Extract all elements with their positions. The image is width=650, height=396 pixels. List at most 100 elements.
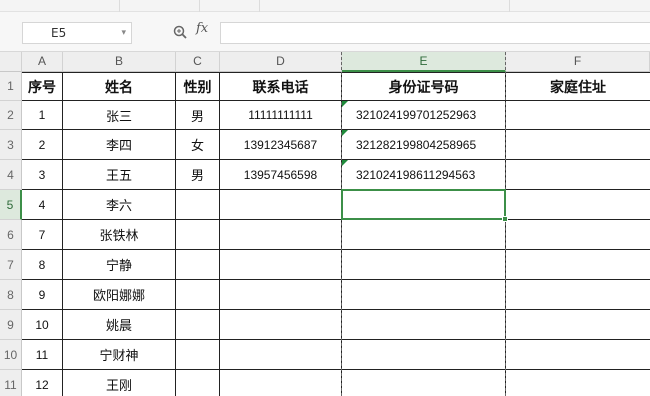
table-cell[interactable] <box>220 190 342 220</box>
table-cell[interactable] <box>220 340 342 370</box>
table-cell[interactable] <box>220 280 342 310</box>
table-cell[interactable] <box>342 220 506 250</box>
table-cell[interactable]: 3 <box>22 160 63 190</box>
table-cell[interactable] <box>506 130 650 160</box>
zoom-magnifier-icon[interactable] <box>172 22 188 42</box>
row-header-5[interactable]: 5 <box>0 190 22 220</box>
table-cell[interactable]: 王刚 <box>63 370 176 396</box>
header-cell[interactable]: 身份证号码 <box>342 72 506 101</box>
table-cell[interactable]: 321282199804258965 <box>342 130 506 160</box>
table-cell[interactable]: 宁静 <box>63 250 176 280</box>
table-cell[interactable] <box>506 220 650 250</box>
function-icon[interactable]: fx <box>196 21 208 36</box>
cell-value: 2 <box>38 137 46 152</box>
column-header-e[interactable]: E <box>342 52 506 72</box>
table-cell[interactable]: 13912345687 <box>220 130 342 160</box>
table-cell[interactable] <box>176 280 220 310</box>
column-header-a[interactable]: A <box>22 52 63 72</box>
header-cell[interactable]: 序号 <box>22 72 63 101</box>
table-cell[interactable]: 11111111111 <box>220 101 342 130</box>
table-cell[interactable] <box>506 160 650 190</box>
table-cell[interactable] <box>342 340 506 370</box>
table-cell[interactable] <box>176 220 220 250</box>
table-cell[interactable]: 男 <box>176 160 220 190</box>
header-cell[interactable]: 性别 <box>176 72 220 101</box>
table-cell[interactable]: 女 <box>176 130 220 160</box>
cell-value: 姚晨 <box>105 319 132 334</box>
column-header-f[interactable]: F <box>506 52 650 72</box>
table-cell[interactable] <box>176 310 220 340</box>
toolbar-segment <box>0 0 120 12</box>
table-cell[interactable]: 1 <box>22 101 63 130</box>
cell-value: 男 <box>190 169 204 184</box>
name-box[interactable]: E5 ▾ <box>22 22 132 44</box>
select-all-corner[interactable] <box>0 52 22 72</box>
chevron-down-icon[interactable]: ▾ <box>121 23 126 43</box>
header-cell[interactable]: 家庭住址 <box>506 72 650 101</box>
column-header-d[interactable]: D <box>220 52 342 72</box>
table-cell[interactable] <box>506 101 650 130</box>
table-cell[interactable]: 7 <box>22 220 63 250</box>
row-header-10[interactable]: 10 <box>0 340 22 370</box>
table-cell[interactable] <box>506 310 650 340</box>
header-cell[interactable]: 姓名 <box>63 72 176 101</box>
table-cell[interactable]: 13957456598 <box>220 160 342 190</box>
table-cell[interactable] <box>342 370 506 396</box>
table-cell[interactable] <box>220 310 342 340</box>
table-cell[interactable] <box>176 340 220 370</box>
table-cell[interactable]: 321024198611294563 <box>342 160 506 190</box>
row-header-3[interactable]: 3 <box>0 130 22 160</box>
row-header-1[interactable]: 1 <box>0 72 22 101</box>
row-header-11[interactable]: 11 <box>0 370 22 396</box>
text-format-indicator <box>342 101 348 107</box>
table-cell[interactable] <box>176 190 220 220</box>
table-cell[interactable] <box>506 280 650 310</box>
table-cell[interactable] <box>506 250 650 280</box>
cell-value: 10 <box>35 317 49 332</box>
table-cell[interactable] <box>220 250 342 280</box>
table-cell[interactable]: 欧阳娜娜 <box>63 280 176 310</box>
table-cell[interactable]: 男 <box>176 101 220 130</box>
table-cell[interactable]: 王五 <box>63 160 176 190</box>
row-header-2[interactable]: 2 <box>0 101 22 130</box>
table-cell[interactable]: 8 <box>22 250 63 280</box>
table-cell[interactable] <box>220 220 342 250</box>
table-cell[interactable] <box>506 370 650 396</box>
fill-handle[interactable] <box>502 216 508 222</box>
row-header-7[interactable]: 7 <box>0 250 22 280</box>
table-cell[interactable]: 张铁林 <box>63 220 176 250</box>
cell-value: 欧阳娜娜 <box>92 289 145 304</box>
table-cell[interactable]: 10 <box>22 310 63 340</box>
row-header-8[interactable]: 8 <box>0 280 22 310</box>
table-cell[interactable]: 宁财神 <box>63 340 176 370</box>
cell-value: 7 <box>38 227 46 242</box>
table-cell[interactable] <box>506 340 650 370</box>
table-cell[interactable]: 2 <box>22 130 63 160</box>
table-cell[interactable] <box>506 190 650 220</box>
table-cell[interactable] <box>342 280 506 310</box>
table-cell[interactable]: 姚晨 <box>63 310 176 340</box>
row-header-9[interactable]: 9 <box>0 310 22 340</box>
cell-value: 宁财神 <box>99 349 139 364</box>
table-cell[interactable] <box>176 370 220 396</box>
column-header-c[interactable]: C <box>176 52 220 72</box>
page-break-line <box>505 52 506 396</box>
table-cell[interactable] <box>342 250 506 280</box>
row-header-4[interactable]: 4 <box>0 160 22 190</box>
header-cell[interactable]: 联系电话 <box>220 72 342 101</box>
table-cell[interactable]: 李六 <box>63 190 176 220</box>
table-cell[interactable]: 4 <box>22 190 63 220</box>
table-cell[interactable]: 9 <box>22 280 63 310</box>
table-cell[interactable] <box>176 250 220 280</box>
table-cell[interactable]: 张三 <box>63 101 176 130</box>
table-cell[interactable]: 李四 <box>63 130 176 160</box>
table-cell[interactable] <box>220 370 342 396</box>
table-cell[interactable] <box>342 310 506 340</box>
active-cell-selection[interactable] <box>341 189 508 222</box>
table-cell[interactable]: 12 <box>22 370 63 396</box>
table-cell[interactable]: 11 <box>22 340 63 370</box>
formula-input[interactable] <box>220 22 650 44</box>
table-cell[interactable]: 321024199701252963 <box>342 101 506 130</box>
row-header-6[interactable]: 6 <box>0 220 22 250</box>
column-header-b[interactable]: B <box>63 52 176 72</box>
